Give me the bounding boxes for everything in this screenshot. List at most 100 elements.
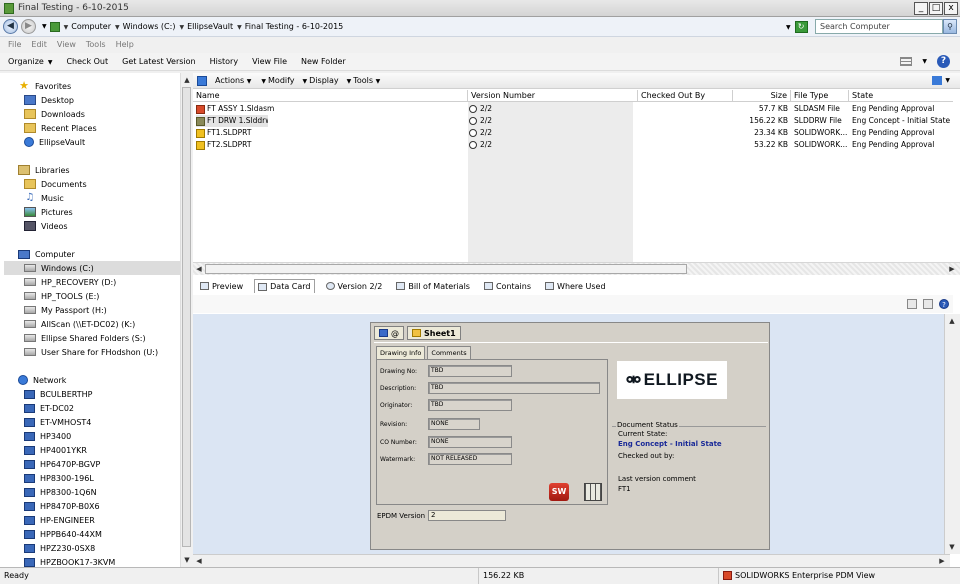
undo-icon[interactable] (923, 299, 933, 309)
solidworks-icon[interactable]: SW (549, 483, 569, 501)
view-options-icon[interactable] (900, 57, 913, 66)
drawing-no-field[interactable]: TBD (428, 365, 512, 377)
sidebar-network-item[interactable]: HP-ENGINEER (24, 513, 95, 527)
menu-file[interactable]: File (8, 40, 21, 49)
table-row-selected[interactable]: FT DRW 1.Slddrw 2/2 156.22 KB SLDDRW Fil… (193, 115, 953, 127)
sidebar-network-item[interactable]: HP8300-196L (24, 471, 94, 485)
tab-data-card[interactable]: Data Card (254, 279, 315, 293)
menu-tools[interactable]: Tools (86, 40, 106, 49)
sidebar-network-item[interactable]: HPZ230-0SX8 (24, 541, 95, 555)
scrollbar-thumb[interactable] (205, 264, 687, 274)
originator-field[interactable]: TBD (428, 399, 512, 411)
sidebar-item-documents[interactable]: Documents (24, 177, 87, 191)
sidebar-network-item[interactable]: HP8470P-B0X6 (24, 499, 100, 513)
tab-contains[interactable]: Contains (481, 279, 534, 293)
description-field[interactable]: TBD (428, 382, 600, 394)
sidebar-item-downloads[interactable]: Downloads (24, 107, 85, 121)
sidebar-network-item[interactable]: HP8300-1Q6N (24, 485, 97, 499)
sidebar-network-item[interactable]: ET-DC02 (24, 401, 74, 415)
col-file-type[interactable]: File Type (791, 90, 849, 102)
tab-where-used[interactable]: Where Used (542, 279, 609, 293)
scroll-right-icon[interactable]: ▶ (937, 556, 947, 566)
help-icon[interactable]: ? (937, 55, 950, 68)
sidebar-network-item[interactable]: HP3400 (24, 429, 71, 443)
sidebar-network-item[interactable]: ET-VMHOST4 (24, 415, 91, 429)
table-row[interactable]: FT2.SLDPRT 2/2 53.22 KB SOLIDWORK... Eng… (193, 139, 953, 151)
display-menu[interactable]: ▼ Display (303, 76, 339, 85)
col-state[interactable]: State (849, 90, 953, 102)
co-number-field[interactable]: NONE (428, 436, 512, 448)
refresh-icon[interactable]: ↻ (794, 21, 808, 33)
save-icon[interactable] (907, 299, 917, 309)
sidebar-network-item[interactable]: HP4001YKR (24, 443, 87, 457)
view-dropdown-icon[interactable]: ▼ (922, 58, 927, 65)
sidebar-item-allscan[interactable]: AllScan (\\ET-DC02) (K:) (24, 317, 135, 331)
scroll-down-icon[interactable]: ▼ (947, 542, 957, 552)
breadcrumb-item[interactable]: ▼ Windows (C:) (115, 22, 175, 31)
breadcrumb-item[interactable]: ▼ Computer (64, 22, 111, 31)
scroll-up-icon[interactable]: ▲ (947, 316, 957, 326)
scroll-left-icon[interactable]: ◀ (194, 556, 204, 566)
breadcrumb-item[interactable]: ▼ Final Testing - 6-10-2015 (237, 22, 343, 31)
navigation-scrollbar[interactable]: ▲ ▼ (180, 73, 192, 567)
sidebar-item-hp-tools[interactable]: HP_TOOLS (E:) (24, 289, 99, 303)
sidebar-item-desktop[interactable]: Desktop (24, 93, 74, 107)
new-folder-button[interactable]: New Folder (301, 57, 346, 66)
scroll-up-icon[interactable]: ▲ (182, 75, 192, 85)
col-name[interactable]: Name (193, 90, 468, 102)
scrollbar-thumb[interactable] (182, 87, 191, 547)
back-button[interactable]: ◀ (3, 19, 18, 34)
sidebar-favorites[interactable]: ★ Favorites (18, 79, 71, 93)
help-icon[interactable]: ? (939, 299, 949, 309)
sidebar-libraries[interactable]: Libraries (18, 163, 70, 177)
scroll-down-icon[interactable]: ▼ (182, 555, 192, 565)
menu-help[interactable]: Help (116, 40, 134, 49)
sidebar-item-user-share[interactable]: User Share for FHodshon (U:) (24, 345, 158, 359)
horizontal-scrollbar[interactable]: ◀ ▶ (193, 262, 960, 275)
history-dropdown-icon[interactable]: ▼ (42, 23, 47, 30)
sidebar-item-ellipsevault[interactable]: EllipseVault (24, 135, 85, 149)
tab-preview[interactable]: Preview (197, 279, 246, 293)
check-out-button[interactable]: Check Out (66, 57, 108, 66)
sidebar-item-recent-places[interactable]: Recent Places (24, 121, 97, 135)
search-input[interactable]: Search Computer (815, 19, 943, 34)
forward-button[interactable]: ▶ (21, 19, 36, 34)
search-icon[interactable]: ⚲ (943, 19, 957, 34)
minimize-button[interactable]: _ (914, 2, 928, 15)
sidebar-item-ellipse-shared[interactable]: Ellipse Shared Folders (S:) (24, 331, 146, 345)
modify-menu[interactable]: ▼ Modify (261, 76, 294, 85)
col-size[interactable]: Size (733, 90, 791, 102)
sidebar-network-item[interactable]: BCULBERTHP (24, 387, 93, 401)
table-row[interactable]: FT ASSY 1.Sldasm 2/2 57.7 KB SLDASM File… (193, 103, 953, 115)
tab-bill-of-materials[interactable]: Bill of Materials (393, 279, 473, 293)
sidebar-item-pictures[interactable]: Pictures (24, 205, 73, 219)
subtab-drawing-info[interactable]: Drawing Info (376, 346, 426, 360)
scroll-left-icon[interactable]: ◀ (194, 264, 204, 274)
sidebar-item-music[interactable]: ♫ Music (24, 191, 64, 205)
sidebar-network[interactable]: Network (18, 373, 66, 387)
subtab-comments[interactable]: Comments (427, 346, 471, 360)
card-tab-main[interactable]: @ (374, 326, 404, 340)
view-file-button[interactable]: View File (252, 57, 287, 66)
pdm-view-toggle[interactable]: ▼ (932, 76, 952, 85)
scroll-right-icon[interactable]: ▶ (947, 264, 957, 274)
history-button[interactable]: History (210, 57, 238, 66)
organize-button[interactable]: Organize ▼ (8, 57, 52, 66)
sidebar-item-videos[interactable]: Videos (24, 219, 68, 233)
preview-vertical-scrollbar[interactable]: ▲ ▼ (944, 314, 960, 554)
col-version[interactable]: Version Number (468, 90, 638, 102)
sidebar-network-item[interactable]: HPZBOOK17-3KVM (24, 555, 115, 567)
card-tab-sheet1[interactable]: Sheet1 (407, 326, 461, 340)
get-latest-version-button[interactable]: Get Latest Version (122, 57, 195, 66)
epdm-version-select[interactable]: 2 (428, 510, 507, 521)
maximize-button[interactable]: □ (929, 2, 943, 15)
sidebar-item-hp-recovery[interactable]: HP_RECOVERY (D:) (24, 275, 116, 289)
revision-field[interactable]: NONE (428, 418, 480, 430)
table-row[interactable]: FT1.SLDPRT 2/2 23.34 KB SOLIDWORK... Eng… (193, 127, 953, 139)
sidebar-item-windows-c[interactable]: Windows (C:) (4, 261, 180, 275)
preview-horizontal-scrollbar[interactable]: ◀ ▶ (193, 554, 950, 567)
tab-version[interactable]: Version 2/2 (323, 279, 386, 293)
address-dropdown-icon[interactable]: ▼ (786, 24, 791, 31)
bom-grid-icon[interactable] (584, 483, 602, 501)
menu-edit[interactable]: Edit (31, 40, 47, 49)
